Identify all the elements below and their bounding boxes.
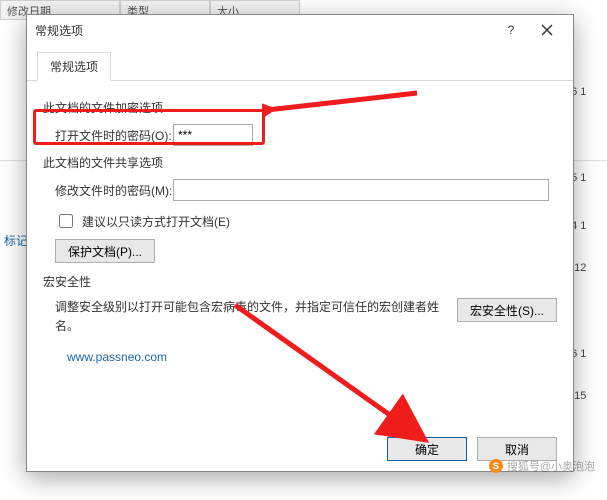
modify-password-input[interactable] xyxy=(173,179,549,201)
tab-general[interactable]: 常规选项 xyxy=(37,52,111,81)
section-macro-label: 宏安全性 xyxy=(43,273,557,290)
modify-password-row: 修改文件时的密码(M): xyxy=(55,179,557,201)
dialog-content: 此文档的文件加密选项 打开文件时的密码(O): 此文档的文件共享选项 修改文件时… xyxy=(27,81,573,427)
open-password-label: 打开文件时的密码(O): xyxy=(55,127,173,144)
general-options-dialog: 常规选项 ? 常规选项 此文档的文件加密选项 打开文件时的密码(O): 此文档的… xyxy=(26,14,574,472)
open-password-row: 打开文件时的密码(O): xyxy=(55,124,557,146)
protect-document-button[interactable]: 保护文档(P)... xyxy=(55,239,155,263)
watermark: S 搜狐号@小奥泡泡 xyxy=(489,458,595,474)
section-share-label: 此文档的文件共享选项 xyxy=(43,154,557,171)
ok-button[interactable]: 确定 xyxy=(387,437,467,461)
watermark-text: 搜狐号@小奥泡泡 xyxy=(507,458,595,474)
titlebar: 常规选项 ? xyxy=(27,15,573,45)
dialog-title: 常规选项 xyxy=(35,22,493,39)
help-button[interactable]: ? xyxy=(493,16,529,44)
macro-description: 调整安全级别以打开可能包含宏病毒的文件，并指定可信任的宏创建者姓名。 xyxy=(55,298,447,336)
tabstrip: 常规选项 xyxy=(27,45,573,81)
readonly-label: 建议以只读方式打开文档(E) xyxy=(82,213,230,230)
passneo-link[interactable]: www.passneo.com xyxy=(67,350,167,364)
open-password-input[interactable] xyxy=(173,124,253,146)
readonly-checkbox-row: 建议以只读方式打开文档(E) xyxy=(55,211,557,231)
close-button[interactable] xyxy=(529,16,565,44)
macro-security-button[interactable]: 宏安全性(S)... xyxy=(457,298,557,322)
modify-password-label: 修改文件时的密码(M): xyxy=(55,182,173,199)
close-icon xyxy=(541,24,553,36)
readonly-checkbox[interactable] xyxy=(59,214,73,228)
section-encrypt-label: 此文档的文件加密选项 xyxy=(43,99,557,116)
sohu-icon: S xyxy=(489,459,503,473)
